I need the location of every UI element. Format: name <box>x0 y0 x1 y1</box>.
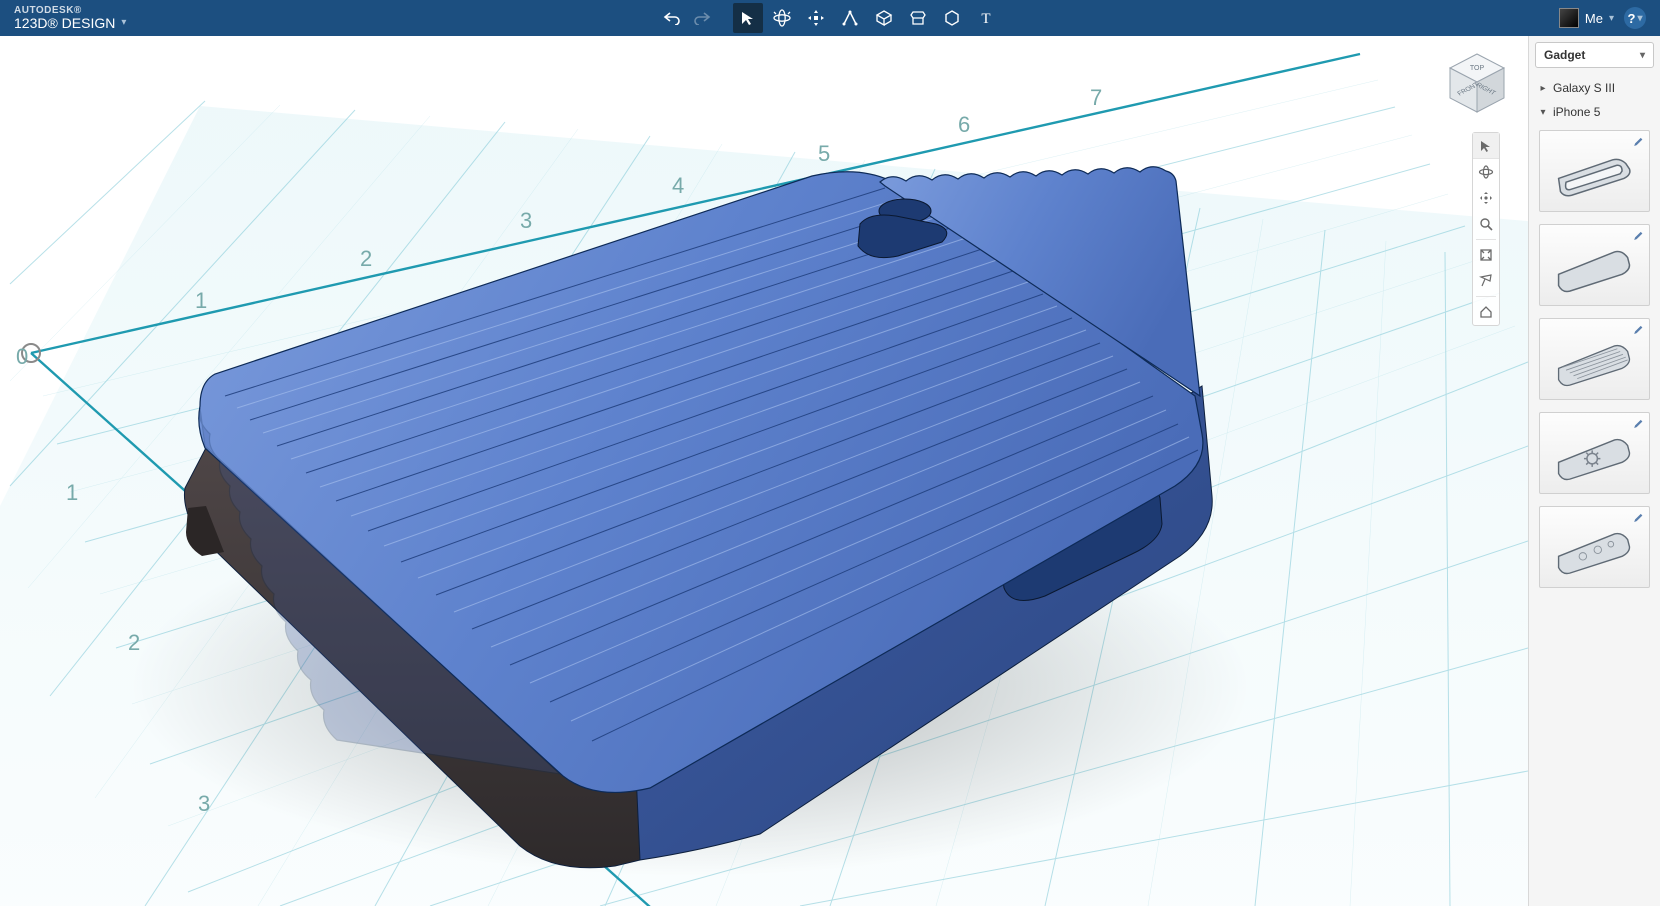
view-cube[interactable]: TOP FRONT RIGHT <box>1444 50 1510 116</box>
move-tool-button[interactable] <box>801 3 831 33</box>
viewport[interactable]: 0 1 2 3 4 1 2 3 4 5 6 7 <box>0 36 1528 906</box>
nav-orbit-button[interactable] <box>1473 159 1499 185</box>
user-label: Me <box>1585 11 1603 26</box>
edit-icon <box>1631 135 1645 149</box>
nav-pan-button[interactable] <box>1473 185 1499 211</box>
sidebar: Gadget ▾ ▸ Galaxy S III ▾ iPhone 5 <box>1528 36 1660 906</box>
thumbnail-item[interactable] <box>1539 224 1650 306</box>
chevron-right-icon: ▸ <box>1539 83 1547 94</box>
tree-item-galaxy[interactable]: ▸ Galaxy S III <box>1529 76 1660 100</box>
chevron-down-icon: ▾ <box>1609 13 1614 24</box>
text-tool-button[interactable]: T <box>971 3 1001 33</box>
category-select[interactable]: Gadget ▾ <box>1535 42 1654 68</box>
tree-label: iPhone 5 <box>1553 105 1600 119</box>
thumbnail-list <box>1529 126 1660 906</box>
edit-icon <box>1631 417 1645 431</box>
svg-text:T: T <box>981 11 990 26</box>
chevron-down-icon: ▾ <box>1637 13 1642 24</box>
svg-text:2: 2 <box>360 246 372 271</box>
svg-text:7: 7 <box>1090 85 1102 110</box>
thumbnail-item[interactable] <box>1539 506 1650 588</box>
sketch-tool-button[interactable] <box>835 3 865 33</box>
svg-text:2: 2 <box>128 630 140 655</box>
svg-text:1: 1 <box>195 288 207 313</box>
scene: 0 1 2 3 4 1 2 3 4 5 6 7 <box>0 36 1528 906</box>
app-menu[interactable]: AUTODESK® 123D® DESIGN ▾ <box>0 6 136 30</box>
help-button[interactable]: ?▾ <box>1624 7 1646 29</box>
category-tree: ▸ Galaxy S III ▾ iPhone 5 <box>1529 74 1660 126</box>
edit-icon <box>1631 229 1645 243</box>
svg-text:0: 0 <box>16 344 28 369</box>
edit-icon <box>1631 323 1645 337</box>
construct-tool-button[interactable] <box>903 3 933 33</box>
svg-text:4: 4 <box>672 173 684 198</box>
chevron-down-icon: ▾ <box>1640 50 1645 61</box>
tree-label: Galaxy S III <box>1553 81 1615 95</box>
svg-text:5: 5 <box>818 141 830 166</box>
nav-home-button[interactable] <box>1473 299 1499 325</box>
category-label: Gadget <box>1544 48 1585 62</box>
tree-item-iphone5[interactable]: ▾ iPhone 5 <box>1529 100 1660 124</box>
navigation-bar <box>1472 132 1500 326</box>
avatar-icon <box>1559 8 1579 28</box>
nav-select-button[interactable] <box>1473 133 1499 159</box>
thumbnail-item[interactable] <box>1539 412 1650 494</box>
transform-tool-button[interactable] <box>767 3 797 33</box>
modify-tool-button[interactable] <box>937 3 967 33</box>
nav-fit-button[interactable] <box>1473 242 1499 268</box>
main-toolbar: T <box>659 0 1001 36</box>
user-menu[interactable]: Me ▾ <box>1559 8 1614 28</box>
chevron-down-icon: ▾ <box>121 18 126 28</box>
svg-text:TOP: TOP <box>1470 65 1485 72</box>
primitives-tool-button[interactable] <box>869 3 899 33</box>
redo-button[interactable] <box>689 3 715 33</box>
svg-text:3: 3 <box>198 791 210 816</box>
brand-product: 123D® DESIGN <box>14 16 115 30</box>
select-tool-button[interactable] <box>733 3 763 33</box>
edit-icon <box>1631 511 1645 525</box>
user-toolbar: Me ▾ ?▾ <box>1559 7 1660 29</box>
svg-text:6: 6 <box>958 112 970 137</box>
chevron-down-icon: ▾ <box>1539 107 1547 118</box>
thumbnail-item[interactable] <box>1539 318 1650 400</box>
svg-text:1: 1 <box>66 480 78 505</box>
nav-zoom-button[interactable] <box>1473 211 1499 237</box>
top-bar: AUTODESK® 123D® DESIGN ▾ <box>0 0 1660 36</box>
nav-look-button[interactable] <box>1473 268 1499 294</box>
svg-text:3: 3 <box>520 208 532 233</box>
undo-button[interactable] <box>659 3 685 33</box>
thumbnail-item[interactable] <box>1539 130 1650 212</box>
